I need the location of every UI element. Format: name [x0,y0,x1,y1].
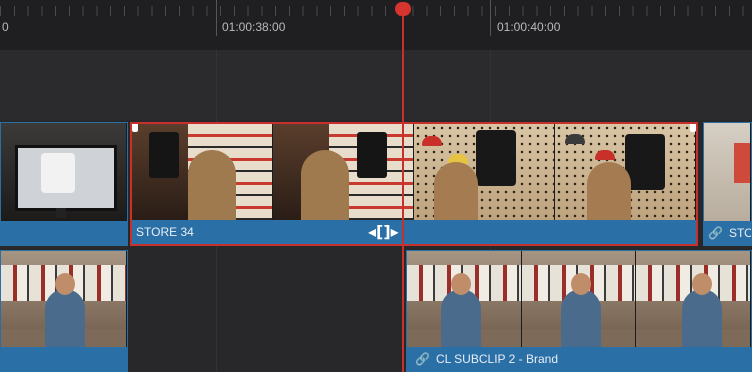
clip-thumbnails [1,123,127,221]
clip-thumbnail [555,124,696,220]
timeline-clip-store-right[interactable]: 🔗 STO [703,122,752,246]
link-icon: 🔗 [415,352,430,366]
trim-handle-icon[interactable]: ◂[]▸ [368,220,399,244]
ruler-timecode-label: 01:00:38:00 [222,20,286,34]
clip-thumbnail [704,123,751,221]
clip-name-label: STO [728,226,752,240]
timeline-clip-monitor[interactable] [0,122,128,246]
clip-thumbnail [1,251,127,347]
ruler-timecode-label: 01:00:40:00 [497,20,561,34]
clip-thumbnail [636,251,751,347]
clip-name-bar [1,221,127,245]
timeline-clip-interview[interactable] [0,250,128,372]
clip-name-label: CL SUBCLIP 2 - Brand [435,352,559,366]
link-icon: 🔗 [708,226,723,240]
empty-video-track[interactable] [0,50,752,120]
clip-thumbnail [132,124,273,220]
clip-thumbnails [132,124,696,220]
clip-name-bar [1,347,127,371]
timeline-clip-subclip-brand[interactable]: 🔗 CL SUBCLIP 2 - Brand [406,250,752,372]
playhead-line[interactable] [402,8,404,372]
ruler-major-tick [490,0,491,36]
timeline-clip-store34[interactable]: STORE 34 [130,122,698,246]
clip-thumbnails [1,251,127,347]
ruler-timecode-label: 0 [2,20,9,34]
timeline-ruler[interactable]: 0 01:00:38:00 01:00:40:00 [0,0,752,50]
clip-thumbnail [1,123,127,221]
clip-name-label: STORE 34 [136,225,194,239]
clip-thumbnail [521,251,637,347]
clip-thumbnail [273,124,414,220]
clip-end-handle[interactable] [690,124,696,132]
ruler-major-tick [216,0,217,36]
clip-name-bar: 🔗 STO [704,221,751,245]
playhead-marker-icon[interactable] [395,2,411,16]
clip-name-bar: 🔗 CL SUBCLIP 2 - Brand [407,347,751,371]
clip-name-bar: STORE 34 [132,220,696,244]
clip-thumbnail [407,251,522,347]
clip-thumbnail [414,124,555,220]
clip-start-handle[interactable] [132,124,138,132]
clip-thumbnails [407,251,751,347]
clip-thumbnails [704,123,751,221]
